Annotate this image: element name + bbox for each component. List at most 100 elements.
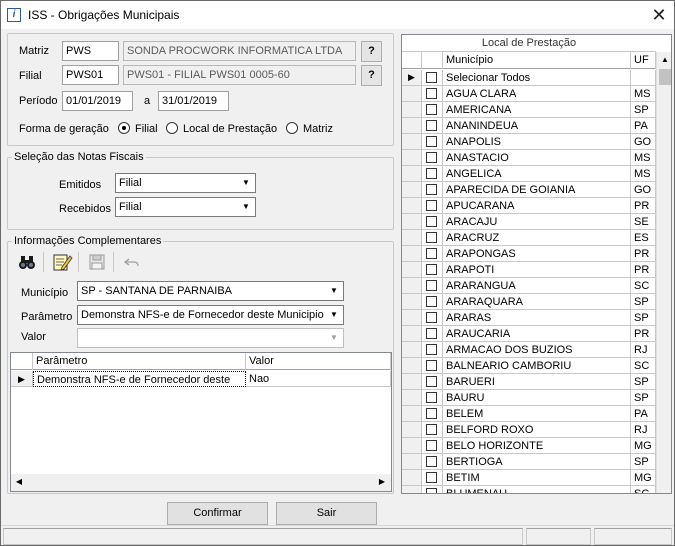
row-municipio[interactable]: BELFORD ROXO xyxy=(443,422,631,438)
row-municipio[interactable]: BELEM xyxy=(443,406,631,422)
row-uf[interactable]: RJ xyxy=(631,342,656,358)
row-municipio[interactable]: ARACRUZ xyxy=(443,230,631,246)
row-uf[interactable]: SP xyxy=(631,374,656,390)
row-checkbox[interactable] xyxy=(426,168,437,179)
periodo-inicio-field[interactable]: 01/01/2019 xyxy=(62,91,133,111)
row-uf[interactable]: SC xyxy=(631,278,656,294)
row-uf[interactable]: GO xyxy=(631,182,656,198)
sair-button[interactable]: Sair xyxy=(276,502,377,525)
row-municipio[interactable]: BLUMENAU xyxy=(443,486,631,493)
forma-matriz-radio[interactable] xyxy=(286,122,298,134)
row-checkbox[interactable] xyxy=(426,424,437,435)
row-municipio[interactable]: AMERICANA xyxy=(443,102,631,118)
row-municipio[interactable]: ARARAQUARA xyxy=(443,294,631,310)
scroll-track[interactable] xyxy=(28,476,371,489)
row-checkbox[interactable] xyxy=(426,344,437,355)
row-checkbox[interactable] xyxy=(426,376,437,387)
save-icon[interactable] xyxy=(86,251,108,273)
row-municipio[interactable]: ANAPOLIS xyxy=(443,134,631,150)
row-checkbox[interactable] xyxy=(426,200,437,211)
row-municipio[interactable]: ARARANGUA xyxy=(443,278,631,294)
grid-cell-valor[interactable]: Nao xyxy=(246,371,391,387)
municipio-select[interactable]: SP - SANTANA DE PARNAIBA ▼ xyxy=(77,281,344,301)
row-uf[interactable]: PR xyxy=(631,326,656,342)
forma-local-radio[interactable] xyxy=(166,122,178,134)
row-checkbox[interactable] xyxy=(426,440,437,451)
row-checkbox[interactable] xyxy=(426,216,437,227)
row-municipio[interactable]: AGUA CLARA xyxy=(443,86,631,102)
row-uf[interactable]: MS xyxy=(631,166,656,182)
filial-help-button[interactable]: ? xyxy=(361,65,382,86)
row-municipio[interactable]: ANASTACIO xyxy=(443,150,631,166)
row-municipio[interactable]: ARACAJU xyxy=(443,214,631,230)
scroll-up-icon[interactable]: ▲ xyxy=(657,52,671,68)
matriz-code-field[interactable]: PWS xyxy=(62,41,119,61)
row-municipio[interactable]: ANANINDEUA xyxy=(443,118,631,134)
row-uf[interactable]: SE xyxy=(631,214,656,230)
row-municipio[interactable]: BERTIOGA xyxy=(443,454,631,470)
grid-header-valor[interactable]: Valor xyxy=(246,353,391,370)
row-checkbox[interactable] xyxy=(426,312,437,323)
row-uf[interactable]: PR xyxy=(631,262,656,278)
row-municipio[interactable]: ARMACAO DOS BUZIOS xyxy=(443,342,631,358)
close-icon[interactable]: ✕ xyxy=(644,1,674,29)
binoculars-icon[interactable] xyxy=(16,251,38,273)
row-uf[interactable]: PR xyxy=(631,246,656,262)
row-uf[interactable]: PA xyxy=(631,406,656,422)
scroll-right-icon[interactable]: ▶ xyxy=(374,474,390,490)
row-uf[interactable]: SC xyxy=(631,486,656,493)
confirmar-button[interactable]: Confirmar xyxy=(167,502,268,525)
emitidos-select[interactable]: Filial ▼ xyxy=(115,173,256,193)
row-uf[interactable] xyxy=(631,70,656,86)
row-uf[interactable]: SP xyxy=(631,390,656,406)
periodo-fim-field[interactable]: 31/01/2019 xyxy=(158,91,229,111)
row-uf[interactable]: RJ xyxy=(631,422,656,438)
row-municipio[interactable]: APUCARANA xyxy=(443,198,631,214)
row-checkbox[interactable] xyxy=(426,328,437,339)
valor-select[interactable]: ▼ xyxy=(77,328,344,348)
row-municipio[interactable]: BARUERI xyxy=(443,374,631,390)
row-checkbox[interactable] xyxy=(426,248,437,259)
row-municipio[interactable]: ARAPONGAS xyxy=(443,246,631,262)
recebidos-select[interactable]: Filial ▼ xyxy=(115,197,256,217)
row-uf[interactable]: MS xyxy=(631,86,656,102)
row-municipio[interactable]: ARAPOTI xyxy=(443,262,631,278)
row-checkbox[interactable] xyxy=(426,456,437,467)
row-checkbox[interactable] xyxy=(426,72,437,83)
row-uf[interactable]: MG xyxy=(631,438,656,454)
forma-filial-radio[interactable] xyxy=(118,122,130,134)
row-uf[interactable]: SP xyxy=(631,454,656,470)
row-uf[interactable]: MS xyxy=(631,150,656,166)
undo-icon[interactable] xyxy=(121,251,143,273)
row-checkbox[interactable] xyxy=(426,136,437,147)
row-checkbox[interactable] xyxy=(426,152,437,163)
row-checkbox[interactable] xyxy=(426,280,437,291)
filial-code-field[interactable]: PWS01 xyxy=(62,65,119,85)
row-uf[interactable]: PA xyxy=(631,118,656,134)
row-municipio[interactable]: Selecionar Todos xyxy=(443,70,631,86)
row-checkbox[interactable] xyxy=(426,472,437,483)
row-checkbox[interactable] xyxy=(426,488,437,493)
row-checkbox[interactable] xyxy=(426,232,437,243)
row-municipio[interactable]: ANGELICA xyxy=(443,166,631,182)
row-uf[interactable]: ES xyxy=(631,230,656,246)
row-uf[interactable]: GO xyxy=(631,134,656,150)
grid-header-parametro[interactable]: Parâmetro xyxy=(33,353,246,370)
horizontal-scrollbar[interactable]: ◀ ▶ xyxy=(11,474,391,491)
row-checkbox[interactable] xyxy=(426,296,437,307)
row-checkbox[interactable] xyxy=(426,360,437,371)
row-checkbox[interactable] xyxy=(426,120,437,131)
row-uf[interactable]: PR xyxy=(631,198,656,214)
row-municipio[interactable]: ARARAS xyxy=(443,310,631,326)
row-municipio[interactable]: ARAUCARIA xyxy=(443,326,631,342)
row-checkbox[interactable] xyxy=(426,408,437,419)
row-uf[interactable]: SP xyxy=(631,310,656,326)
row-checkbox[interactable] xyxy=(426,264,437,275)
row-municipio[interactable]: APARECIDA DE GOIANIA xyxy=(443,182,631,198)
scroll-left-icon[interactable]: ◀ xyxy=(11,474,27,490)
row-checkbox[interactable] xyxy=(426,184,437,195)
row-checkbox[interactable] xyxy=(426,104,437,115)
row-uf[interactable]: MG xyxy=(631,470,656,486)
row-municipio[interactable]: BALNEARIO CAMBORIU xyxy=(443,358,631,374)
row-municipio[interactable]: BAURU xyxy=(443,390,631,406)
